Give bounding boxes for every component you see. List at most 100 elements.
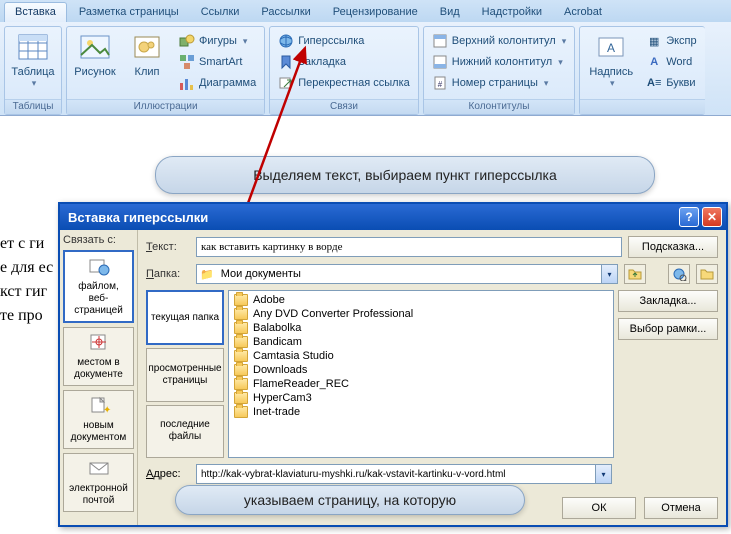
hyperlink-label: Гиперссылка <box>298 35 364 47</box>
svg-text:A: A <box>607 41 615 55</box>
chevron-down-icon[interactable]: ▾ <box>601 265 617 283</box>
crossref-button[interactable]: Перекрестная ссылка <box>275 74 413 92</box>
group-text: A Надпись ▾ ▦Экспр AWord A≡Букви <box>579 26 704 115</box>
linkto-place-button[interactable]: местом в документе <box>63 327 134 386</box>
group-label-tables: Таблицы <box>5 99 61 114</box>
pagenum-button[interactable]: #Номер страницы▾ <box>429 74 569 92</box>
shapes-button[interactable]: Фигуры▾ <box>176 32 259 50</box>
parts-icon: ▦ <box>646 33 662 49</box>
chart-icon <box>179 75 195 91</box>
link-to-panel: Связать с: файлом, веб-страницей местом … <box>60 230 138 525</box>
crossref-label: Перекрестная ссылка <box>298 77 410 89</box>
cancel-button[interactable]: Отмена <box>644 497 718 519</box>
linkto-email-label: электронной почтой <box>69 483 128 506</box>
hyperlink-button[interactable]: Гиперссылка <box>275 32 413 50</box>
help-button[interactable]: ? <box>679 207 699 227</box>
header-button[interactable]: Верхний колонтитул ▾ <box>429 32 569 50</box>
group-illustrations: Рисунок Клип Фигуры▾ SmartArt Диаграмма … <box>66 26 265 115</box>
chart-button[interactable]: Диаграмма <box>176 74 259 92</box>
pagenum-icon: # <box>432 75 448 91</box>
dialog-title: Вставка гиперссылки <box>68 210 208 225</box>
table-button[interactable]: Таблица ▾ <box>10 30 56 97</box>
tab-insert[interactable]: Вставка <box>4 2 67 22</box>
tab-mailings[interactable]: Рассылки <box>251 3 320 22</box>
tab-view[interactable]: Вид <box>430 3 470 22</box>
lookin-browsed-button[interactable]: просмотренные страницы <box>146 348 224 401</box>
tab-addins[interactable]: Надстройки <box>472 3 552 22</box>
header-label: Верхний колонтитул <box>452 35 556 47</box>
textbox-icon: A <box>595 32 627 64</box>
address-combo[interactable]: http://kak-vybrat-klaviaturu-myshki.ru/k… <box>196 464 612 484</box>
text-input[interactable] <box>196 237 622 257</box>
linkto-newdoc-button[interactable]: ✦ новым документом <box>63 390 134 449</box>
link-to-label: Связать с: <box>63 234 134 246</box>
file-list[interactable]: Adobe Any DVD Converter Professional Bal… <box>228 290 614 458</box>
folder-value: Мои документы <box>217 266 601 282</box>
footer-label: Нижний колонтитул <box>452 56 552 68</box>
textbox-button[interactable]: A Надпись ▾ <box>585 30 637 97</box>
header-icon <box>432 33 448 49</box>
folder-icon <box>234 392 248 404</box>
footer-button[interactable]: Нижний колонтитул▾ <box>429 53 569 71</box>
picture-button[interactable]: Рисунок <box>72 30 118 97</box>
list-item[interactable]: Any DVD Converter Professional <box>231 307 611 321</box>
tab-acrobat[interactable]: Acrobat <box>554 3 612 22</box>
tab-page-layout[interactable]: Разметка страницы <box>69 3 189 22</box>
bookmark-label: Закладка <box>298 56 346 68</box>
chart-label: Диаграмма <box>199 77 256 89</box>
list-item[interactable]: Balabolka <box>231 321 611 335</box>
wordart-button[interactable]: AWord <box>643 53 699 71</box>
up-folder-button[interactable] <box>624 264 646 284</box>
tab-references[interactable]: Ссылки <box>191 3 250 22</box>
smartart-button[interactable]: SmartArt <box>176 53 259 71</box>
linkto-place-label: местом в документе <box>74 357 123 380</box>
list-item[interactable]: Bandicam <box>231 335 611 349</box>
chevron-down-icon: ▾ <box>562 36 567 47</box>
textbox-label: Надпись <box>589 66 633 78</box>
bookmark-button[interactable]: Закладка... <box>618 290 718 312</box>
browse-web-button[interactable] <box>668 264 690 284</box>
svg-text:✦: ✦ <box>103 405 111 416</box>
folder-icon <box>234 364 248 376</box>
browse-file-button[interactable] <box>696 264 718 284</box>
linkto-file-button[interactable]: файлом, веб-страницей <box>63 250 134 323</box>
document-body: ет с ги е для ес кст гиг те про <box>0 232 53 328</box>
dropcap-button[interactable]: A≡Букви <box>643 74 699 92</box>
text-label: Текст: <box>146 241 190 253</box>
svg-text:#: # <box>438 80 443 89</box>
dialog-titlebar: Вставка гиперссылки ? ✕ <box>60 204 726 230</box>
dropcap-icon: A≡ <box>646 75 662 91</box>
crossref-icon <box>278 75 294 91</box>
ok-button[interactable]: ОК <box>562 497 636 519</box>
smartart-icon <box>179 54 195 70</box>
list-item[interactable]: Downloads <box>231 363 611 377</box>
lookin-recent-button[interactable]: последние файлы <box>146 405 224 458</box>
folder-label: Папка: <box>146 268 190 280</box>
linkto-newdoc-label: новым документом <box>71 420 127 443</box>
table-label: Таблица <box>11 66 54 78</box>
list-item[interactable]: HyperCam3 <box>231 391 611 405</box>
clip-icon <box>131 32 163 64</box>
chevron-down-icon: ▾ <box>544 78 549 89</box>
clip-label: Клип <box>135 66 160 78</box>
list-item[interactable]: Camtasia Studio <box>231 349 611 363</box>
express-button[interactable]: ▦Экспр <box>643 32 699 50</box>
close-button[interactable]: ✕ <box>702 207 722 227</box>
clip-button[interactable]: Клип <box>124 30 170 97</box>
bookmark-icon <box>278 54 294 70</box>
tooltip-button[interactable]: Подсказка... <box>628 236 718 258</box>
chevron-down-icon[interactable]: ▾ <box>595 465 611 483</box>
tab-review[interactable]: Рецензирование <box>323 3 428 22</box>
group-links: Гиперссылка Закладка Перекрестная ссылка… <box>269 26 419 115</box>
linkto-email-button[interactable]: электронной почтой <box>63 453 134 512</box>
list-item[interactable]: FlameReader_REC <box>231 377 611 391</box>
group-label-headerfooter: Колонтитулы <box>424 99 574 114</box>
bookmark-button[interactable]: Закладка <box>275 53 413 71</box>
list-item[interactable]: Inet-trade <box>231 405 611 419</box>
list-item[interactable]: Adobe <box>231 293 611 307</box>
lookin-current-button[interactable]: текущая папка <box>146 290 224 345</box>
target-frame-button[interactable]: Выбор рамки... <box>618 318 718 340</box>
callout-top: Выделяем текст, выбираем пункт гиперссыл… <box>155 156 655 194</box>
folder-icon <box>234 406 248 418</box>
folder-combo[interactable]: 📁 Мои документы ▾ <box>196 264 618 284</box>
